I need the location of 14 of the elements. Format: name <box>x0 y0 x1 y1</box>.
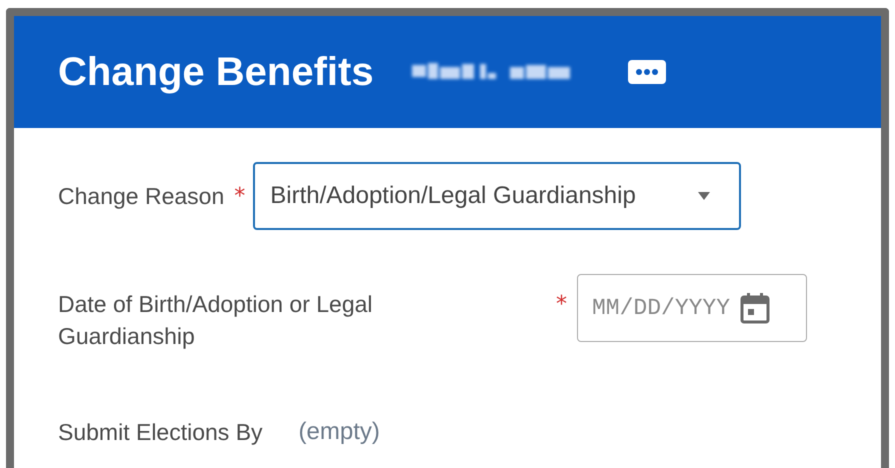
caret-icon <box>697 191 712 201</box>
date-field[interactable]: MM/DD/YYYY <box>577 274 807 342</box>
field-label: Submit Elections By <box>58 418 263 446</box>
field-label: Date of Birth/Adoption or Legal Guardianship <box>58 290 374 351</box>
field-label: Change Reason <box>58 182 224 210</box>
date-input[interactable]: MM/DD/YYYY <box>592 295 734 321</box>
more-button[interactable] <box>628 60 666 84</box>
calendar-icon <box>740 292 770 324</box>
required-mark: * <box>234 184 246 208</box>
required-mark: * <box>556 292 567 317</box>
field-value: (empty) <box>298 418 380 446</box>
dropdown-field[interactable]: Birth/Adoption/Legal Guardianship <box>253 162 742 230</box>
page-title: Change Benefits <box>58 50 374 94</box>
more-icon <box>628 60 666 84</box>
